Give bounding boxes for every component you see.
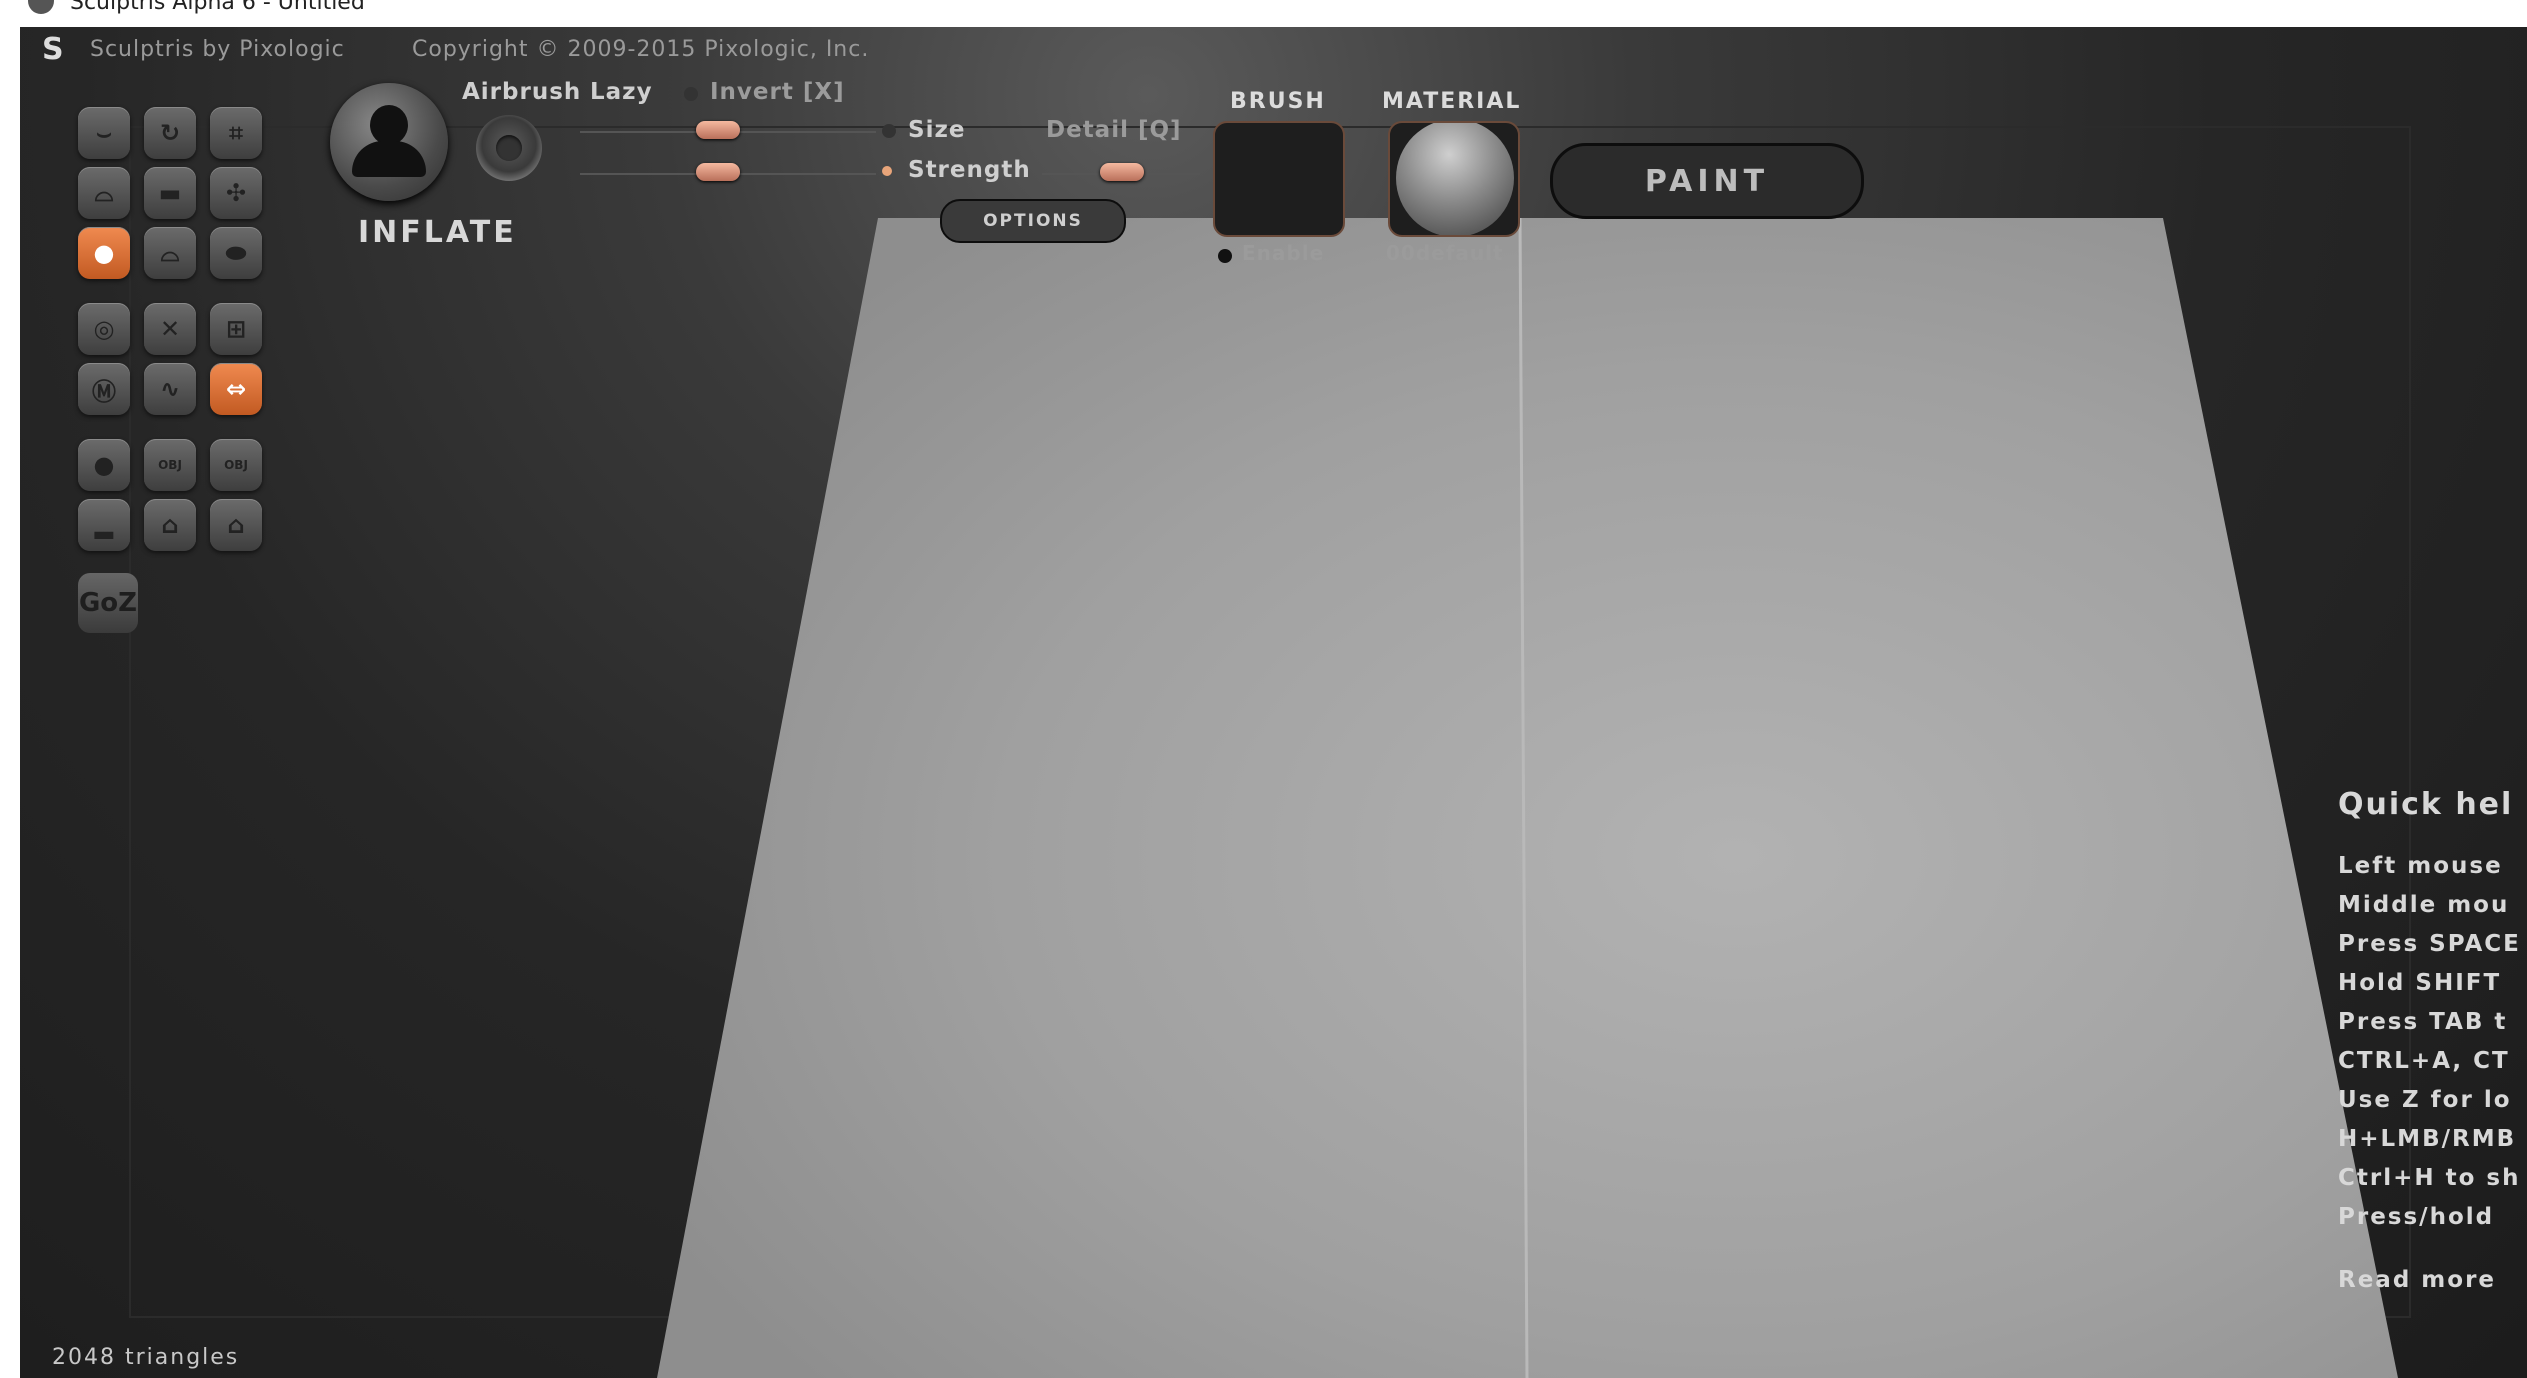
strength-label: Strength bbox=[908, 157, 1031, 183]
draw-icon: ⌓ bbox=[94, 179, 114, 207]
quick-help-panel: Quick hel Left mouse Middle mou Press SP… bbox=[2338, 787, 2527, 1293]
smooth-icon: ⬬ bbox=[225, 239, 247, 267]
sculptris-app-icon bbox=[28, 0, 54, 14]
quick-help-line: H+LMB/RMB bbox=[2338, 1126, 2517, 1152]
quick-help-line: Ctrl+H to sh bbox=[2338, 1165, 2521, 1191]
invert-toggle-dot[interactable] bbox=[684, 87, 698, 101]
save-icon: ⌂ bbox=[227, 511, 245, 539]
airbrush-label: Airbrush bbox=[462, 79, 582, 105]
tool-name: INFLATE bbox=[358, 215, 517, 250]
read-more-link[interactable]: Read more bbox=[2338, 1267, 2527, 1293]
quick-help-title: Quick hel bbox=[2338, 787, 2514, 822]
flatten-tool-button[interactable]: ▬ bbox=[144, 167, 196, 219]
quick-help-line: Press SPACE bbox=[2338, 931, 2521, 957]
detail-slider-thumb[interactable] bbox=[1100, 163, 1144, 181]
brush-title: BRUSH bbox=[1230, 89, 1326, 114]
material-name: 00default bbox=[1386, 241, 1504, 265]
reduce-toggle-button[interactable]: ∿ bbox=[144, 363, 196, 415]
inflate-tool-button[interactable]: ● bbox=[78, 227, 130, 279]
quick-help-line: CTRL+A, CT bbox=[2338, 1048, 2510, 1074]
copyright-text: Copyright © 2009-2015 Pixologic, Inc. bbox=[412, 37, 870, 62]
invert-label[interactable]: Invert [X] bbox=[710, 79, 845, 105]
reduce-icon: ∿ bbox=[159, 375, 181, 403]
window-titlebar: Sculptris Alpha 6 - Untitled bbox=[0, 0, 2527, 27]
rotate-tool-button[interactable]: ↻ bbox=[144, 107, 196, 159]
new-sphere-button[interactable]: ● bbox=[78, 439, 130, 491]
mirror-icon: ⇔ bbox=[225, 375, 247, 403]
app-header: S Sculptris by Pixologic Copyright © 200… bbox=[20, 27, 2527, 77]
brush-enable-label[interactable]: Enable bbox=[1242, 241, 1324, 265]
size-toggle-dot[interactable] bbox=[882, 124, 896, 138]
sculptris-logo-icon: S bbox=[42, 32, 65, 67]
airbrush-knob-hole bbox=[496, 135, 522, 161]
open-button[interactable]: ⌂ bbox=[144, 499, 196, 551]
draw-tool-button[interactable]: ⌓ bbox=[78, 167, 130, 219]
crease-tool-button[interactable]: ⌣ bbox=[78, 107, 130, 159]
tool-shoulders-shape bbox=[352, 141, 426, 177]
goz-label: GoZ bbox=[78, 588, 138, 618]
inflate-icon: ● bbox=[93, 239, 115, 267]
quick-help-line: Middle mou bbox=[2338, 892, 2510, 918]
quick-help-line: Press TAB t bbox=[2338, 1009, 2508, 1035]
material-slot[interactable] bbox=[1388, 121, 1520, 237]
pinch-icon: ⌓ bbox=[160, 239, 180, 267]
inflate-tool-icon[interactable] bbox=[330, 83, 448, 201]
window-title: Sculptris Alpha 6 - Untitled bbox=[70, 0, 365, 15]
grid-toggle-button[interactable]: ⊞ bbox=[210, 303, 262, 355]
obj-export-icon: OBJ bbox=[224, 458, 248, 472]
new-plane-button[interactable]: ▂ bbox=[78, 499, 130, 551]
detail-label[interactable]: Detail [Q] bbox=[1046, 117, 1182, 143]
wireframe-toggle-button[interactable]: ✕ bbox=[144, 303, 196, 355]
material-title: MATERIAL bbox=[1382, 89, 1522, 114]
size-slider-thumb[interactable] bbox=[696, 121, 740, 139]
strength-slider-thumb[interactable] bbox=[696, 163, 740, 181]
goz-button[interactable]: GoZ bbox=[78, 573, 138, 633]
brush-slot[interactable] bbox=[1213, 121, 1345, 237]
grab-tool-button[interactable]: ✣ bbox=[210, 167, 262, 219]
symmetry-toggle-button[interactable]: ◎ bbox=[78, 303, 130, 355]
import-obj-button[interactable]: OBJ bbox=[144, 439, 196, 491]
crop-icon: ⌗ bbox=[229, 119, 243, 147]
airbrush-toggle[interactable] bbox=[476, 115, 542, 181]
flatten-icon: ▬ bbox=[158, 179, 182, 207]
quick-help-line: Use Z for lo bbox=[2338, 1087, 2512, 1113]
plane-icon: ▂ bbox=[94, 511, 114, 539]
mask-icon: Ⓜ bbox=[92, 377, 116, 406]
export-obj-button[interactable]: OBJ bbox=[210, 439, 262, 491]
mirror-toggle-button[interactable]: ⇔ bbox=[210, 363, 262, 415]
lazy-label: Lazy bbox=[590, 79, 653, 105]
rotate-icon: ↻ bbox=[159, 119, 181, 147]
triangle-count: 2048 triangles bbox=[52, 1345, 240, 1370]
sculptris-viewport[interactable]: S Sculptris by Pixologic Copyright © 200… bbox=[20, 27, 2527, 1378]
crease-icon: ⌣ bbox=[96, 119, 112, 147]
scale-tool-button[interactable]: ⌗ bbox=[210, 107, 262, 159]
pinch-tool-button[interactable]: ⌓ bbox=[144, 227, 196, 279]
quick-help-line: Hold SHIFT bbox=[2338, 970, 2502, 996]
open-icon: ⌂ bbox=[161, 511, 179, 539]
symmetry-icon: ◎ bbox=[93, 315, 115, 343]
save-button[interactable]: ⌂ bbox=[210, 499, 262, 551]
brand-text: Sculptris by Pixologic bbox=[90, 37, 345, 62]
move-icon: ✣ bbox=[225, 179, 247, 207]
plane-surface bbox=[657, 218, 2398, 1378]
grid-icon: ⊞ bbox=[225, 315, 247, 343]
quick-help-line: Left mouse bbox=[2338, 853, 2503, 879]
viewport-frame bbox=[129, 126, 2411, 1318]
quick-help-line: Press/hold bbox=[2338, 1204, 2495, 1230]
brush-enable-dot[interactable] bbox=[1218, 249, 1232, 263]
strength-toggle-dot[interactable] bbox=[882, 166, 892, 176]
smooth-tool-button[interactable]: ⬬ bbox=[210, 227, 262, 279]
mask-toggle-button[interactable]: Ⓜ bbox=[78, 363, 130, 415]
options-button[interactable]: OPTIONS bbox=[940, 199, 1126, 243]
tool-head-shape bbox=[370, 105, 408, 145]
paint-button[interactable]: PAINT bbox=[1550, 143, 1864, 219]
obj-import-icon: OBJ bbox=[158, 458, 182, 472]
sphere-icon: ● bbox=[93, 451, 115, 479]
symmetry-line bbox=[1518, 217, 1529, 1378]
wireframe-icon: ✕ bbox=[159, 315, 181, 343]
size-label: Size bbox=[908, 117, 966, 143]
material-sphere-preview bbox=[1396, 123, 1514, 235]
